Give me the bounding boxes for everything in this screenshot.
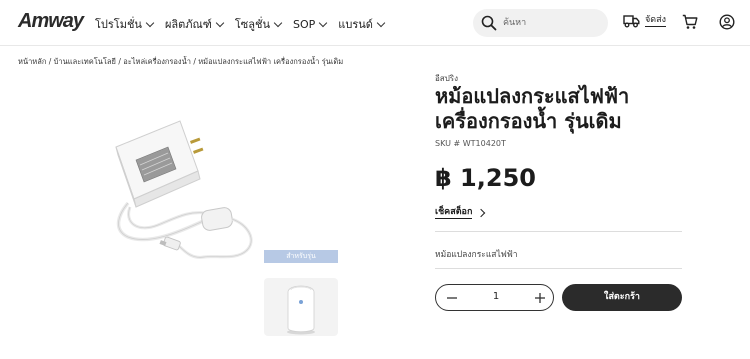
divider — [435, 231, 682, 232]
main-nav: โปรโมชั่น ผลิตภัณฑ์ โซลูชั่น SOP แบรนด์ — [95, 15, 386, 33]
nav-label: SOP — [292, 17, 316, 31]
product-price: ฿ 1,250 — [435, 164, 536, 192]
account-button[interactable] — [719, 14, 735, 34]
divider — [435, 268, 682, 269]
compatible-model-thumbnail[interactable] — [264, 278, 338, 336]
nav-label: โปรโมชั่น — [95, 18, 142, 31]
product-description: หม้อแปลงกระแสไฟฟ้า — [435, 250, 518, 260]
nav-sop[interactable]: SOP — [292, 15, 328, 33]
water-filter-image — [287, 285, 315, 335]
chevron-right-icon — [477, 208, 486, 218]
breadcrumb-home-tech[interactable]: บ้านและเทคโนโลยี — [54, 57, 116, 66]
amway-logo[interactable]: Amway — [18, 10, 84, 33]
quantity-value[interactable]: 1 — [476, 291, 516, 302]
breadcrumb-filter-parts[interactable]: อะไหล่เครื่องกรองน้ำ — [123, 57, 191, 66]
nav-solutions[interactable]: โซลูชั่น — [234, 15, 283, 33]
nav-label: โซลูชั่น — [234, 18, 270, 31]
compatible-model-label: สำหรับรุ่น — [264, 250, 338, 263]
cart-icon — [682, 14, 698, 29]
product-title: หม้อแปลงกระแสไฟฟ้า เครื่องกรองน้ำ รุ่นเด… — [435, 84, 705, 134]
chevron-down-icon — [376, 18, 386, 27]
quantity-stepper: 1 — [435, 284, 554, 311]
nav-label: ผลิตภัณฑ์ — [164, 18, 212, 31]
chevron-down-icon — [215, 18, 225, 27]
chevron-down-icon — [145, 18, 155, 27]
user-icon — [719, 14, 735, 30]
delivery-label: จัดส่ง — [645, 15, 667, 27]
delivery-button[interactable]: จัดส่ง — [623, 14, 667, 28]
product-title-line2: เครื่องกรองน้ำ รุ่นเดิม — [435, 109, 622, 133]
chevron-down-icon — [319, 18, 328, 27]
breadcrumb-separator: / — [46, 57, 54, 66]
nav-label: แบรนด์ — [338, 18, 373, 31]
truck-icon — [623, 15, 640, 28]
chevron-down-icon — [273, 18, 283, 27]
nav-promotions[interactable]: โปรโมชั่น — [95, 15, 155, 33]
plus-icon[interactable] — [532, 290, 548, 306]
check-stock-link[interactable]: เช็คสต็อก — [435, 207, 486, 219]
nav-products[interactable]: ผลิตภัณฑ์ — [164, 15, 225, 33]
check-stock-label: เช็คสต็อก — [435, 207, 473, 219]
search-input[interactable] — [503, 15, 598, 31]
add-to-cart-button[interactable]: ใส่ตะกร้า — [562, 284, 682, 311]
breadcrumb-current: หม้อแปลงกระแสไฟฟ้า เครื่องกรองน้ำ รุ่นเด… — [198, 57, 344, 66]
search-icon[interactable] — [481, 15, 497, 31]
breadcrumb: หน้าหลัก / บ้านและเทคโนโลยี / อะไหล่เครื… — [18, 56, 343, 68]
nav-brands[interactable]: แบรนด์ — [338, 15, 386, 33]
product-image — [115, 120, 253, 259]
search-box[interactable] — [473, 9, 608, 37]
site-header: Amway โปรโมชั่น ผลิตภัณฑ์ โซลูชั่น SOP แ… — [0, 0, 750, 46]
product-sku: SKU # WT10420T — [435, 139, 506, 148]
minus-icon[interactable] — [444, 290, 460, 306]
breadcrumb-home[interactable]: หน้าหลัก — [18, 57, 46, 66]
cart-button[interactable] — [682, 14, 698, 34]
product-title-line1: หม้อแปลงกระแสไฟฟ้า — [435, 84, 630, 108]
